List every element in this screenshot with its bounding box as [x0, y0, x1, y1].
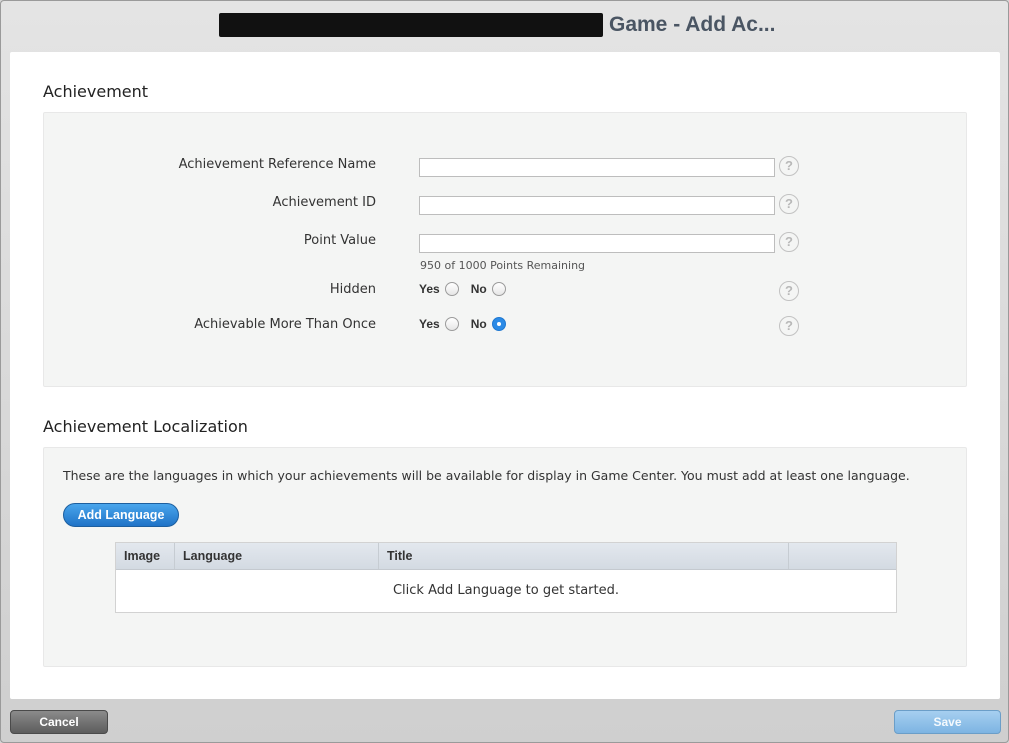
hidden-no-radio[interactable]	[491, 282, 506, 296]
localization-description: These are the languages in which your ac…	[63, 468, 910, 483]
table-empty-message: Click Add Language to get started.	[392, 583, 620, 598]
question-circle-icon[interactable]: ?	[779, 194, 799, 214]
column-header-actions	[789, 543, 896, 569]
hidden-yes-radio[interactable]	[444, 282, 459, 296]
hidden-radio-group: Yes No	[419, 282, 518, 296]
title-wrap: Game - Add Ac...	[219, 12, 775, 38]
achievable-more-than-once-label: Achievable More Than Once	[194, 317, 376, 332]
achievable-no-radio[interactable]	[491, 317, 506, 331]
achievable-radio-group: Yes No	[419, 317, 518, 331]
hidden-yes-label: Yes	[419, 282, 440, 296]
hidden-no-label: No	[470, 282, 487, 296]
column-header-image[interactable]: Image	[116, 543, 175, 569]
localization-panel: These are the languages in which your ac…	[43, 447, 967, 667]
achievement-panel: Achievement Reference Name ? Achievement…	[43, 112, 967, 387]
reference-name-label: Achievement Reference Name	[178, 157, 376, 172]
points-remaining-text: 950 of 1000 Points Remaining	[420, 259, 586, 272]
language-table-header: Image Language Title	[116, 543, 896, 570]
title-bar: Game - Add Ac...	[1, 1, 1008, 51]
column-header-language[interactable]: Language	[175, 543, 379, 569]
point-value-input[interactable]	[419, 234, 775, 253]
achievable-yes-option[interactable]: Yes	[419, 317, 459, 331]
question-circle-icon[interactable]: ?	[779, 316, 799, 336]
achievable-no-option[interactable]: No	[471, 317, 506, 331]
title-redaction-bar	[219, 13, 603, 37]
dialog-window: Game - Add Ac... Achievement Achievement…	[0, 0, 1009, 743]
point-value-label: Point Value	[303, 233, 376, 248]
question-circle-icon[interactable]: ?	[779, 281, 799, 301]
achievement-id-input[interactable]	[419, 196, 775, 215]
achievement-id-label: Achievement ID	[272, 195, 376, 210]
dialog-content: Achievement Achievement Reference Name ?…	[10, 52, 1000, 699]
dialog-title: Game - Add Ac...	[609, 13, 776, 36]
hidden-yes-option[interactable]: Yes	[419, 282, 459, 296]
question-circle-icon[interactable]: ?	[779, 232, 799, 252]
hidden-label: Hidden	[329, 282, 376, 297]
achievable-no-label: No	[470, 317, 487, 331]
add-language-button[interactable]: Add Language	[63, 503, 179, 527]
save-button[interactable]: Save	[894, 710, 1001, 734]
language-table: Image Language Title Click Add Language …	[115, 542, 897, 613]
question-circle-icon[interactable]: ?	[779, 156, 799, 176]
hidden-no-option[interactable]: No	[471, 282, 506, 296]
cancel-button[interactable]: Cancel	[10, 710, 108, 734]
achievement-section-title: Achievement	[43, 82, 149, 101]
column-header-title[interactable]: Title	[379, 543, 789, 569]
reference-name-input[interactable]	[419, 158, 775, 177]
localization-section-title: Achievement Localization	[43, 417, 248, 436]
achievable-yes-radio[interactable]	[444, 317, 459, 331]
achievable-yes-label: Yes	[419, 317, 440, 331]
